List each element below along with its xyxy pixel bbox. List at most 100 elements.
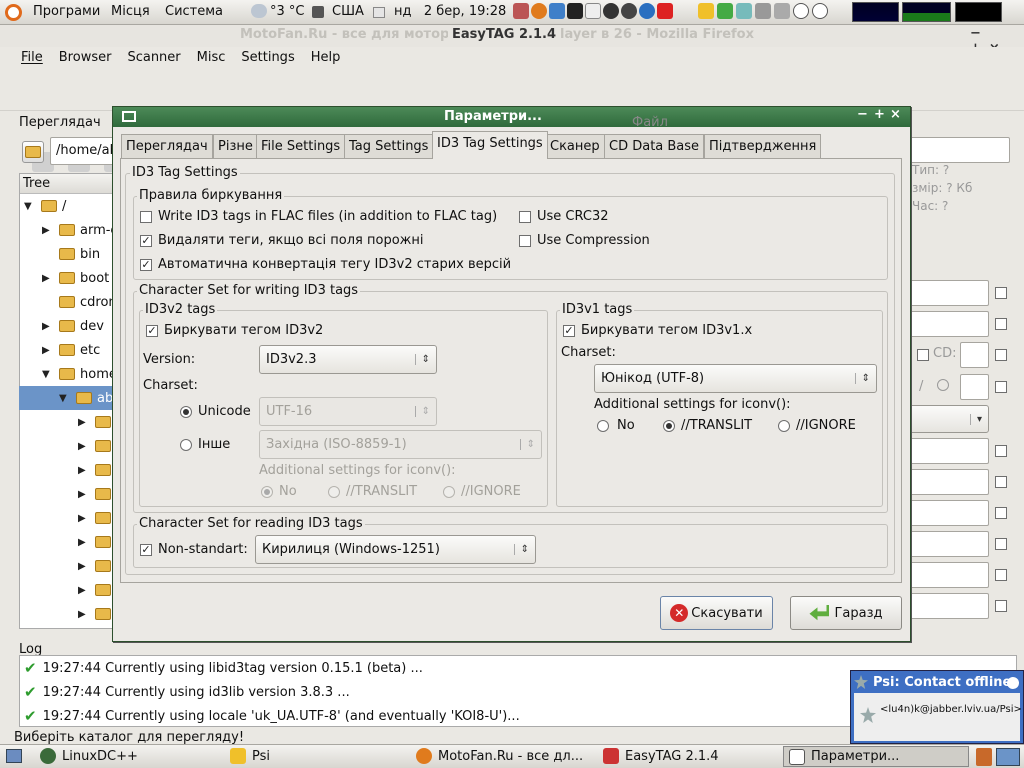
keyboard-layout[interactable]: США [332, 4, 364, 19]
tag-title-check[interactable] [995, 287, 1007, 299]
v1-charset-combo[interactable]: Юнікод (UTF-8) ⇕ [594, 364, 877, 393]
v2-no-radio[interactable] [261, 485, 273, 498]
url-input[interactable] [905, 562, 989, 588]
expander-closed-icon[interactable]: ▶ [78, 417, 90, 428]
tree-item[interactable]: ▶ [20, 434, 113, 458]
v2-ignore-radio[interactable] [443, 485, 455, 498]
tag-comment-check[interactable] [995, 445, 1007, 457]
weather-temp[interactable]: °3 °C [270, 4, 304, 19]
id3v1-tag-option[interactable]: ✓ Биркувати тегом ID3v1.x [563, 323, 752, 338]
v1-no-radio[interactable] [597, 419, 609, 432]
v1-translit-option[interactable]: //TRANSLIT [663, 418, 752, 433]
tree-item[interactable]: ▶ [20, 506, 113, 530]
tree-item[interactable]: ▶ [20, 482, 113, 506]
expander-closed-icon[interactable]: ▶ [78, 513, 90, 524]
shutdown-icon[interactable] [657, 3, 673, 19]
version-combo[interactable]: ID3v2.3 ⇕ [259, 345, 437, 374]
menu-scanner[interactable]: Scanner [127, 50, 180, 65]
usb-icon[interactable] [774, 3, 790, 19]
copyright-input[interactable] [905, 531, 989, 557]
expander-open-icon[interactable]: ▼ [24, 201, 36, 212]
v1-no-option[interactable]: No [597, 418, 635, 433]
tab-confirmation[interactable]: Підтвердження [704, 134, 822, 159]
tab-browser[interactable]: Переглядач [121, 134, 213, 159]
tux-icon[interactable] [603, 3, 619, 19]
v1-ignore-option[interactable]: //IGNORE [778, 418, 856, 433]
track-total-input[interactable] [960, 374, 989, 400]
tree-item[interactable]: ▶ dev [20, 314, 113, 338]
expander-closed-icon[interactable]: ▶ [78, 537, 90, 548]
tree-item[interactable]: ▶ [20, 602, 113, 626]
writer-icon[interactable] [549, 3, 565, 19]
expander-closed-icon[interactable]: ▶ [78, 489, 90, 500]
minimize-icon[interactable]: − [857, 107, 868, 122]
use-compression-option[interactable]: Use Compression [519, 233, 650, 248]
taskbar-item[interactable]: LinuxDC++ [40, 748, 138, 764]
auto-convert-option[interactable]: ✓ Автоматична конвертація тегу ID3v2 стар… [140, 257, 511, 272]
expander-closed-icon[interactable]: ▶ [42, 321, 54, 332]
tree-item[interactable]: ▼ home [20, 362, 113, 386]
other-combo[interactable]: Західна (ISO-8859-1) ⇕ [259, 430, 542, 459]
tux2-icon[interactable] [621, 3, 637, 19]
eye2-icon[interactable] [812, 3, 828, 19]
expander-closed-icon[interactable]: ▶ [78, 465, 90, 476]
eye-icon[interactable] [793, 3, 809, 19]
show-desktop-icon[interactable] [6, 749, 22, 763]
taskbar-item-active[interactable]: Параметри... [783, 746, 969, 767]
v1-ignore-radio[interactable] [778, 419, 790, 432]
tag-track-check[interactable] [995, 381, 1007, 393]
tag-encoded-check[interactable] [995, 600, 1007, 612]
menu-help[interactable]: Help [311, 50, 341, 65]
remove-empty-option[interactable]: ✓ Видаляти теги, якщо всі поля порожні [140, 233, 423, 248]
tree-item[interactable]: ▼ / [20, 194, 113, 218]
workspace-switcher[interactable] [996, 748, 1020, 766]
remove-empty-checkbox[interactable]: ✓ [140, 234, 152, 247]
tag-album-check-small[interactable] [917, 349, 929, 361]
track-number-icon[interactable] [937, 379, 949, 391]
play-icon[interactable] [717, 3, 733, 19]
tag-copyright-check[interactable] [995, 538, 1007, 550]
v1-translit-radio[interactable] [663, 419, 675, 432]
tag-composer-check[interactable] [995, 476, 1007, 488]
tab-misc[interactable]: Різне [213, 134, 258, 159]
write-flac-checkbox[interactable] [140, 210, 152, 223]
tree-item[interactable]: ▶ boot [20, 266, 113, 290]
dialog-titlebar[interactable]: Параметри... − + × [113, 107, 910, 127]
v2-no-option[interactable]: No [261, 484, 297, 499]
menu-settings[interactable]: Settings [241, 50, 294, 65]
expander-closed-icon[interactable]: ▶ [78, 441, 90, 452]
other-option[interactable]: Інше [180, 437, 230, 452]
taskbar-item[interactable]: MotoFan.Ru - все дл... [416, 748, 583, 764]
nonstd-checkbox[interactable]: ✓ [140, 543, 152, 556]
tree-item[interactable]: ▶ [20, 530, 113, 554]
use-crc-checkbox[interactable] [519, 210, 531, 223]
tab-file-settings[interactable]: File Settings [256, 134, 346, 159]
expander-closed-icon[interactable]: ▶ [42, 225, 54, 236]
menu-browser[interactable]: Browser [59, 50, 112, 65]
menu-places[interactable]: Місця [111, 4, 150, 19]
other-radio[interactable] [180, 438, 192, 451]
tree-item[interactable]: ▶ [20, 458, 113, 482]
tree-item[interactable]: ▶ arm-e [20, 218, 113, 242]
terminal-icon[interactable] [567, 3, 583, 19]
menu-system[interactable]: Система [165, 4, 223, 19]
evolution-icon[interactable] [513, 3, 529, 19]
composer-input[interactable] [905, 469, 989, 495]
tab-cddb[interactable]: CD Data Base [604, 134, 705, 159]
comment-input[interactable] [905, 438, 989, 464]
menu-file[interactable]: File [21, 50, 43, 65]
tree-item[interactable]: ▶ [20, 578, 113, 602]
close-icon[interactable] [1007, 677, 1019, 689]
expander-closed-icon[interactable]: ▶ [42, 273, 54, 284]
menu-misc[interactable]: Misc [197, 50, 226, 65]
filename-input[interactable] [910, 137, 1010, 163]
taskbar-item[interactable]: EasyTAG 2.1.4 [603, 748, 719, 764]
unicode-radio[interactable] [180, 405, 192, 418]
taskbar-item[interactable]: Psi [230, 748, 270, 764]
read-charset-combo[interactable]: Кирилиця (Windows-1251) ⇕ [255, 535, 536, 564]
v2-translit-option[interactable]: //TRANSLIT [328, 484, 417, 499]
firefox-icon[interactable] [531, 3, 547, 19]
expander-closed-icon[interactable]: ▶ [78, 585, 90, 596]
tag-title-input[interactable] [905, 280, 989, 306]
tab-id3-settings[interactable]: ID3 Tag Settings [432, 131, 548, 159]
